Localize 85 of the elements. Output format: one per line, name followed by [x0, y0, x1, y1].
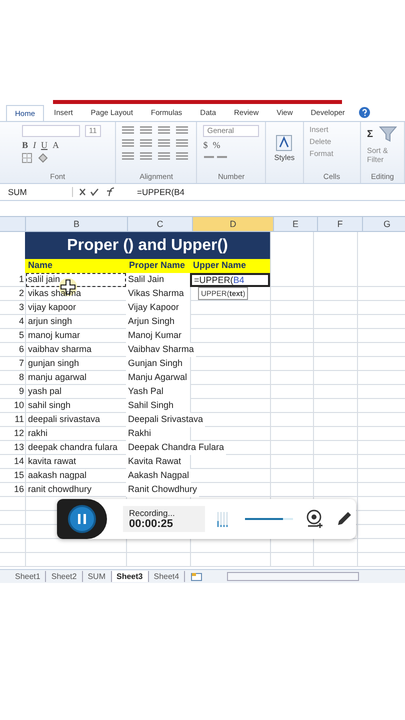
column-header[interactable]: B [25, 217, 127, 231]
table-cell[interactable]: Yash Pal [126, 385, 190, 399]
fill-color-icon[interactable] [37, 153, 49, 163]
table-cell[interactable]: deepali srivastava [26, 413, 126, 427]
table-cell[interactable]: Vikas Sharma [126, 287, 190, 301]
pause-button[interactable] [68, 505, 96, 533]
underline-button[interactable]: U [41, 140, 48, 150]
pen-icon[interactable] [335, 510, 353, 528]
table-cell[interactable]: Manju Agarwal [126, 371, 190, 385]
row-number: 3 [18, 301, 25, 314]
currency-button[interactable]: $ [203, 140, 208, 150]
table-cell[interactable]: manoj kumar [26, 329, 126, 343]
table-cell[interactable]: deepak chandra fulara [26, 441, 126, 455]
row-number: 12 [12, 427, 25, 440]
column-heading: Upper Name [190, 259, 270, 273]
active-cell[interactable]: =UPPER(B4 [190, 273, 270, 287]
table-cell[interactable]: rakhi [26, 427, 126, 441]
table-cell[interactable]: Rakhi [126, 427, 190, 441]
table-cell[interactable]: Gunjan Singh [126, 357, 190, 371]
column-header[interactable]: F [317, 217, 362, 231]
column-header[interactable]: E [273, 217, 317, 231]
sheet-tab[interactable]: Sheet3 [112, 571, 149, 582]
recording-timer: 00:00:25 [129, 518, 174, 530]
font-color-button[interactable]: A [52, 140, 60, 150]
column-heading: Name [25, 259, 126, 273]
table-cell[interactable]: gunjan singh [26, 357, 126, 371]
table-cell[interactable]: vijay kapoor [26, 301, 126, 315]
table-cell[interactable]: Ranit Chowdhury [126, 483, 200, 497]
italic-button[interactable]: I [33, 140, 36, 150]
table-cell[interactable]: kavita rawat [26, 455, 126, 469]
table-cell[interactable]: Vaibhav Sharma [126, 343, 196, 357]
row-number: 16 [12, 483, 25, 496]
row-number: 13 [12, 441, 25, 454]
sheet-title: Proper () and Upper() [25, 232, 270, 259]
row-number: 1 [18, 273, 25, 286]
table-cell[interactable]: Aakash Nagpal [126, 469, 192, 483]
sheet-tab[interactable]: Sheet1 [10, 571, 46, 582]
table-cell[interactable]: Salil Jain [126, 273, 190, 287]
formula-icons-drawing[interactable] [79, 187, 117, 197]
column-heading: Proper Name [126, 259, 190, 273]
table-cell[interactable]: aakash nagpal [26, 469, 126, 483]
table-cell[interactable]: arjun singh [26, 315, 126, 329]
name-box[interactable]: SUM [0, 187, 73, 197]
row-number: 14 [12, 455, 25, 468]
cell-reference: B4 [233, 275, 244, 285]
table-cell[interactable]: Kavita Rawat [126, 455, 190, 469]
percent-button[interactable]: % [212, 140, 220, 150]
table-cell[interactable]: Vijay Kapoor [126, 301, 190, 315]
new-sheet-icon[interactable] [191, 572, 204, 581]
table-cell[interactable]: salil jain [26, 273, 126, 287]
row-number: 9 [18, 385, 25, 398]
table-cell[interactable]: Deepali Srivastava [126, 413, 206, 427]
column-header[interactable]: D [192, 217, 273, 231]
table-cell[interactable]: manju agarwal [26, 371, 126, 385]
pause-icon [77, 513, 87, 525]
horizontal-scrollbar[interactable] [227, 572, 360, 581]
table-cell[interactable]: Sahil Singh [126, 399, 190, 413]
help-icon[interactable] [358, 107, 370, 118]
row-number: 7 [18, 357, 25, 370]
formula-input[interactable]: =UPPER(B4 [123, 187, 184, 197]
audio-meter-icon [217, 510, 229, 528]
table-cell[interactable]: vaibhav sharma [26, 343, 126, 357]
sheet-tab[interactable]: Sheet4 [148, 571, 186, 582]
table-cell[interactable]: ranit chowdhury [26, 483, 126, 497]
row-number: 2 [18, 287, 25, 300]
row-number: 4 [18, 315, 25, 328]
column-header[interactable]: G [362, 217, 405, 231]
row-number: 6 [18, 343, 25, 356]
row-number: 5 [18, 329, 25, 342]
row-number: 11 [14, 413, 25, 426]
table-cell[interactable]: Manoj Kumar [126, 329, 190, 343]
row-number: 10 [12, 399, 25, 412]
bold-button[interactable]: B [22, 140, 28, 150]
table-cell[interactable]: Arjun Singh [126, 315, 190, 329]
row-number: 8 [18, 371, 25, 384]
borders-icon[interactable] [22, 153, 32, 163]
webcam-icon[interactable] [305, 509, 325, 529]
recording-status: Recording... [129, 508, 176, 518]
table-cell[interactable]: sahil singh [26, 399, 126, 413]
autosum-button[interactable]: Σ [366, 128, 373, 140]
row-number: 15 [12, 469, 25, 482]
table-cell[interactable]: yash pal [26, 385, 126, 399]
sheet-tab[interactable]: Sheet2 [46, 571, 83, 582]
table-cell[interactable]: Deepak Chandra Fulara [126, 441, 226, 455]
sort-filter-icon[interactable] [378, 125, 398, 143]
